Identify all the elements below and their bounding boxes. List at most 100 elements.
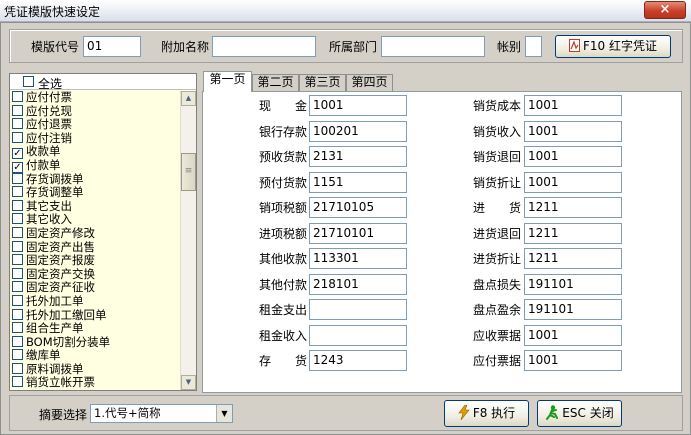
scroll-up-arrow-icon[interactable]: ▲ (181, 91, 196, 106)
list-item-checkbox[interactable] (12, 226, 23, 238)
right-account-field[interactable]: 1001 (524, 146, 622, 167)
list-item[interactable]: 应付付票 (10, 91, 180, 105)
list-item[interactable]: ✓ 收款单 (10, 145, 180, 160)
list-item[interactable]: 原料调拨单 (10, 362, 180, 377)
list-item[interactable]: 销货立帐开票 (10, 376, 180, 390)
left-account-field[interactable]: 100201 (309, 120, 407, 142)
execute-button[interactable]: F8 执行 (444, 400, 529, 427)
scroll-down-arrow-icon[interactable]: ▼ (181, 375, 196, 390)
list-item-checkbox[interactable] (12, 362, 23, 374)
list-item-checkbox[interactable] (12, 308, 23, 320)
right-account-field[interactable]: 191101 (524, 273, 622, 295)
right-account-field[interactable]: 1001 (524, 120, 622, 142)
list-item[interactable]: 固定资产修改 (10, 226, 180, 241)
book-field[interactable] (525, 36, 542, 57)
list-item-checkbox[interactable] (12, 349, 23, 361)
list-item-checkbox[interactable]: ✓ (12, 161, 23, 173)
left-account-field[interactable]: 1001 (309, 95, 407, 116)
list-item-checkbox[interactable] (12, 91, 23, 102)
right-account-field[interactable]: 1001 (524, 350, 622, 371)
list-item-checkbox[interactable] (12, 118, 23, 130)
dept-field[interactable] (381, 36, 485, 57)
list-item-label: 固定资产出售 (26, 239, 95, 254)
list-item-label: 其它支出 (26, 198, 72, 213)
list-item-checkbox[interactable] (12, 376, 23, 388)
left-account-field[interactable]: 2131 (309, 146, 407, 167)
tab-page-2[interactable]: 第二页 (252, 74, 299, 91)
list-item-checkbox[interactable] (12, 254, 23, 266)
right-account-field[interactable]: 1001 (524, 324, 622, 346)
extra-name-field[interactable] (212, 36, 316, 57)
list-item[interactable]: 应付注销 (10, 131, 180, 146)
list-item[interactable]: 固定资产交换 (10, 267, 180, 282)
left-account-field[interactable]: 1151 (309, 171, 407, 193)
list-item[interactable]: 固定资产征收 (10, 281, 180, 295)
list-scrollbar[interactable]: ▲ ≡ ▼ (180, 91, 196, 390)
tab-page-4[interactable]: 第四页 (346, 74, 393, 91)
list-item[interactable]: 其它支出 (10, 198, 180, 214)
right-account-field[interactable]: 1001 (524, 171, 622, 193)
list-item[interactable]: 其它收入 (10, 213, 180, 227)
left-account-field[interactable]: 21710101 (309, 222, 407, 244)
list-item-checkbox[interactable] (12, 322, 23, 334)
list-item-checkbox[interactable] (12, 281, 23, 293)
list-item-checkbox[interactable] (12, 131, 23, 143)
left-account-field[interactable]: 1243 (309, 350, 407, 371)
right-account-field[interactable]: 1001 (524, 95, 622, 116)
list-item[interactable]: 存货调整单 (10, 186, 180, 200)
list-item-label: 付款单 (26, 157, 61, 172)
template-code-field[interactable]: 01 (83, 36, 141, 57)
list-item-label: 应付付票 (26, 90, 72, 104)
scroll-thumb[interactable]: ≡ (181, 153, 196, 191)
list-item-label: 应付退票 (26, 117, 72, 132)
list-item[interactable]: 固定资产报废 (10, 254, 180, 268)
right-account-field[interactable]: 1211 (524, 197, 622, 218)
list-item-checkbox[interactable] (12, 172, 23, 184)
list-item[interactable]: 缴库单 (10, 349, 180, 363)
right-field-label: 应付票据 (473, 354, 522, 368)
summary-select-value: 1.代号+简称 (94, 406, 161, 420)
list-item-checkbox[interactable] (12, 335, 23, 347)
list-item-label: 固定资产报废 (26, 253, 95, 268)
list-item-checkbox[interactable] (12, 213, 23, 225)
select-all-checkbox[interactable] (23, 76, 34, 87)
select-all-row[interactable]: 全选 (10, 74, 196, 91)
right-field-label: 销货折让 (473, 175, 522, 190)
list-item[interactable]: 存货调拨单 (10, 172, 180, 187)
left-account-field[interactable]: 21710105 (309, 197, 407, 218)
summary-select[interactable]: 1.代号+简称 ▼ (90, 404, 233, 423)
right-account-field[interactable]: 191101 (524, 299, 622, 320)
tab-page-1[interactable]: 第一页 (203, 71, 252, 92)
list-item-checkbox[interactable] (12, 199, 23, 211)
right-field-label: 销货退回 (473, 150, 522, 164)
esc-close-button[interactable]: ESC 关闭 (537, 400, 622, 427)
list-item[interactable]: 组合生产单 (10, 322, 180, 336)
left-account-field[interactable] (309, 299, 407, 320)
red-voucher-button[interactable]: F10 红字凭证 (555, 35, 671, 58)
list-item[interactable]: 固定资产出售 (10, 239, 180, 255)
right-account-field[interactable]: 1211 (524, 248, 622, 269)
tab-page-3[interactable]: 第三页 (299, 74, 346, 91)
list-item-checkbox[interactable] (12, 104, 23, 116)
list-item[interactable]: 应付兑现 (10, 104, 180, 119)
window-title: 凭证模版快速设定 (4, 5, 101, 19)
dropdown-arrow-icon[interactable]: ▼ (216, 405, 232, 422)
list-item[interactable]: 托外加工缴回单 (10, 308, 180, 323)
right-account-field[interactable]: 1211 (524, 222, 622, 244)
tab-panel-page-1: 现 金 1001 银行存款 100201 预收货款 2131 预付货款 1151 销项税额 217… (202, 91, 682, 393)
list-item-checkbox[interactable] (12, 186, 23, 198)
left-account-field[interactable]: 218101 (309, 273, 407, 295)
list-item[interactable]: 应付退票 (10, 118, 180, 132)
list-item[interactable]: 托外加工单 (10, 294, 180, 309)
list-item[interactable]: BOM切割分装单 (10, 335, 180, 350)
title-bar: 凭证模版快速设定 × (0, 0, 691, 22)
list-item-checkbox[interactable] (12, 294, 23, 306)
list-item-checkbox[interactable] (12, 267, 23, 279)
right-field-label: 盘点损失 (473, 277, 522, 292)
list-item-checkbox[interactable]: ✓ (12, 148, 23, 160)
left-account-field[interactable] (309, 324, 407, 346)
close-window-button[interactable]: × (644, 1, 686, 19)
list-item-checkbox[interactable] (12, 240, 23, 252)
left-account-field[interactable]: 113301 (309, 248, 407, 269)
list-item[interactable]: ✓ 付款单 (10, 157, 180, 173)
